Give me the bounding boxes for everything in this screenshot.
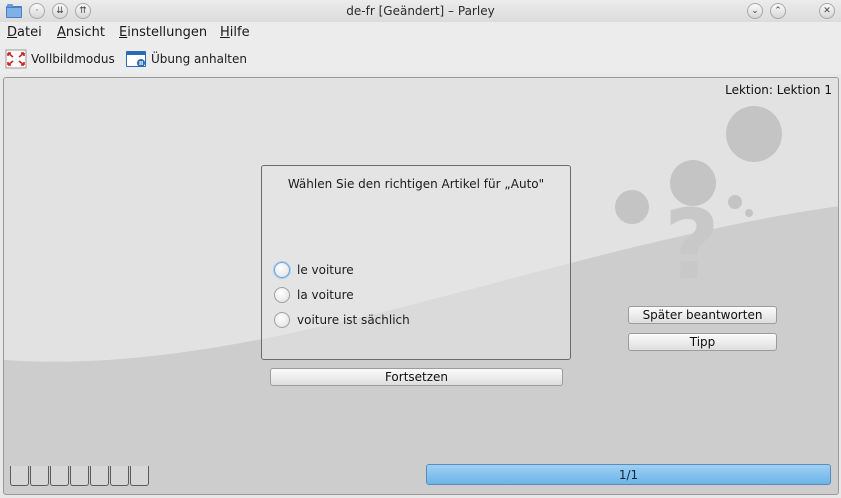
pause-practice-button[interactable]: Übung anhalten	[125, 48, 247, 70]
progress-label: 1/1	[618, 468, 639, 482]
radio-button[interactable]	[274, 287, 290, 303]
fullscreen-button[interactable]: Vollbildmodus	[5, 48, 115, 70]
leitner-box	[110, 466, 129, 486]
option-la-voiture[interactable]: la voiture	[274, 287, 354, 303]
option-voiture-saechlich[interactable]: voiture ist sächlich	[274, 312, 410, 328]
lesson-label: Lektion: Lektion 1	[725, 83, 832, 97]
toolbar: Vollbildmodus Übung anhalten	[0, 44, 841, 74]
radio-button[interactable]	[274, 312, 290, 328]
option-label: voiture ist sächlich	[297, 313, 410, 327]
leitner-box	[30, 466, 49, 486]
leitner-box	[90, 466, 109, 486]
fullscreen-icon	[5, 49, 27, 69]
practice-area: ? Lektion: Lektion 1 Wählen Sie den rich…	[3, 77, 839, 495]
question-panel: Wählen Sie den richtigen Artikel für „Au…	[261, 165, 571, 360]
pause-practice-label: Übung anhalten	[151, 52, 247, 66]
pause-practice-icon	[126, 51, 146, 67]
window-title: de-fr [Geändert] – Parley	[346, 4, 495, 18]
menu-hilfe[interactable]: Hilfe	[220, 25, 250, 40]
radio-button[interactable]	[274, 262, 290, 278]
menu-ansicht[interactable]: Ansicht	[57, 25, 105, 40]
question-text: Wählen Sie den richtigen Artikel für „Au…	[287, 177, 545, 191]
menu-einstellungen[interactable]: Einstellungen	[119, 25, 207, 40]
hint-button[interactable]: Tipp	[628, 333, 777, 351]
continue-button[interactable]: Fortsetzen	[270, 368, 563, 386]
maximize-icon[interactable]: ⌃	[770, 3, 786, 19]
fullscreen-label: Vollbildmodus	[31, 52, 115, 66]
leitner-box	[130, 466, 149, 486]
option-label: la voiture	[297, 288, 354, 302]
option-le-voiture[interactable]: le voiture	[274, 262, 354, 278]
leitner-box	[50, 466, 69, 486]
svg-text:?: ?	[664, 189, 720, 301]
close-icon[interactable]: ✕	[819, 3, 835, 19]
minimize-icon[interactable]: ⌄	[747, 3, 763, 19]
leitner-boxes	[10, 466, 149, 486]
progress-bar: 1/1	[426, 464, 831, 485]
leitner-box	[10, 466, 29, 486]
title-bar: · ⇊ ⇈ de-fr [Geändert] – Parley ⌄ ⌃ ✕	[0, 0, 841, 22]
answer-later-button[interactable]: Später beantworten	[628, 306, 777, 324]
option-label: le voiture	[297, 263, 354, 277]
leitner-box	[70, 466, 89, 486]
menu-datei[interactable]: Datei	[7, 25, 42, 40]
menu-bar: Datei Ansicht Einstellungen Hilfe	[0, 22, 841, 44]
